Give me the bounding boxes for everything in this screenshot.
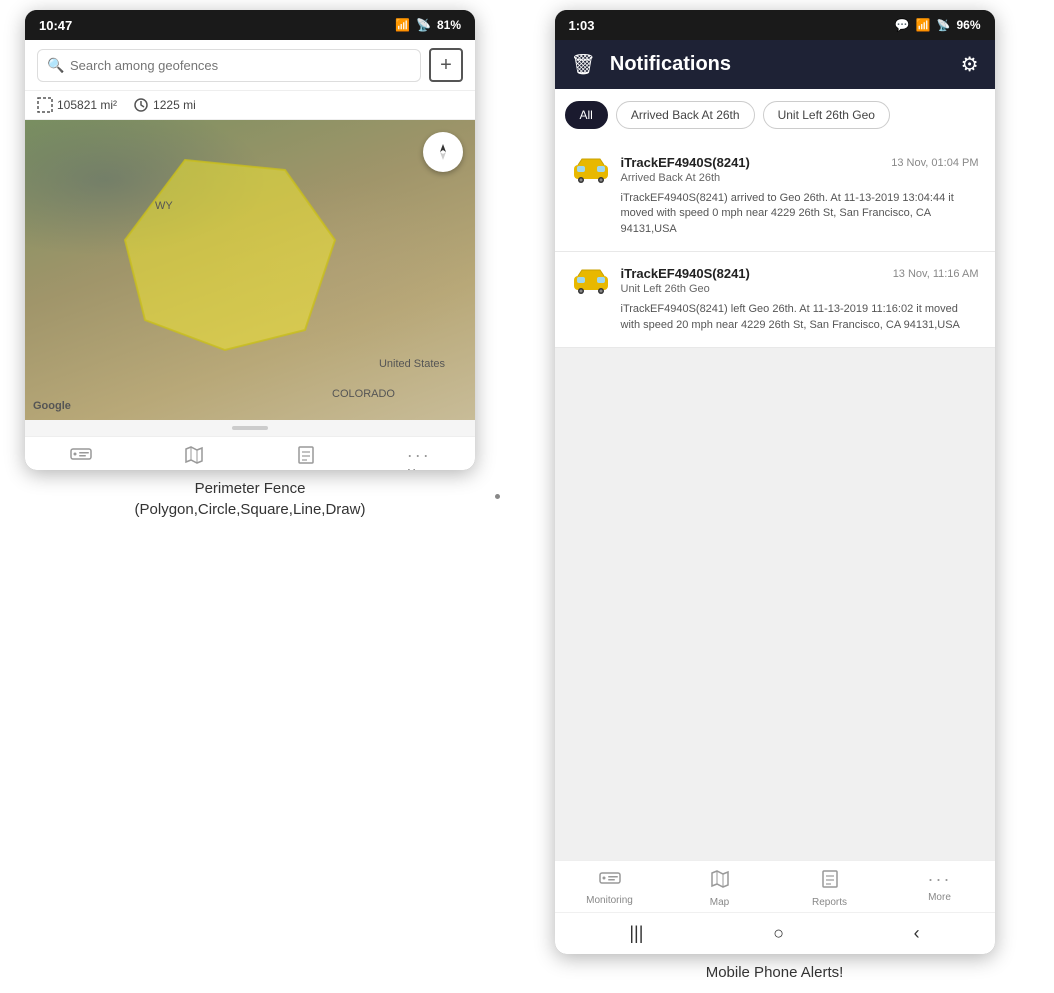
separator-dot [495,494,500,499]
right-caption-text: Mobile Phone Alerts! [706,962,844,983]
stats-bar: 105821 mi² 1225 mi [25,91,475,120]
chat-icon: 💬 [895,18,910,32]
geofence-polygon [105,150,345,370]
notif-time-1: 13 Nov, 01:04 PM [891,157,978,169]
map-container[interactable]: WY United States COLORADO [25,120,475,420]
monitoring-label-right: Monitoring [586,895,633,906]
nav-reports-right[interactable]: Reports [800,869,860,908]
right-battery: 96% [956,18,980,32]
notifications-header: 🗑 Notifications ⚙ [555,40,995,89]
right-status-bar: 1:03 💬 📶 📡 96% [555,10,995,40]
filter-tab-arrived[interactable]: Arrived Back At 26th [616,101,755,129]
filter-tab-all[interactable]: All [565,101,608,129]
left-caption: Perimeter Fence (Polygon,Circle,Square,L… [125,470,376,520]
area-stat: 105821 mi² [37,97,117,113]
notification-card-1[interactable]: iTrackEF4940S(8241) 13 Nov, 01:04 PM Arr… [555,141,995,252]
notif-card-1-header: iTrackEF4940S(8241) 13 Nov, 01:04 PM Arr… [571,155,979,185]
more-label-left: More [407,468,430,470]
more-icon-left: ··· [407,445,431,466]
left-time: 10:47 [39,18,72,33]
bottom-nav-left: Monitoring Map Reports [25,436,475,470]
right-phone-content: 🗑 Notifications ⚙ All Arrived Back At 26… [555,40,995,954]
notification-card-2[interactable]: iTrackEF4940S(8241) 13 Nov, 11:16 AM Uni… [555,252,995,348]
notif-time-2: 13 Nov, 11:16 AM [893,268,979,280]
caption-line2: (Polygon,Circle,Square,Line,Draw) [135,499,366,520]
notif-device-1: iTrackEF4940S(8241) [621,155,750,170]
more-icon-right: ··· [928,869,952,890]
filter-tabs: All Arrived Back At 26th Unit Left 26th … [555,89,995,141]
nav-monitoring-right[interactable]: Monitoring [580,869,640,908]
right-phone: 1:03 💬 📶 📡 96% 🗑 Notifications ⚙ [555,10,995,954]
right-time: 1:03 [569,18,595,33]
monitoring-icon-right [599,869,621,893]
nav-map-right[interactable]: Map [690,869,750,908]
notif-body-2: iTrackEF4940S(8241) left Geo 26th. At 11… [621,302,979,333]
car-avatar-1 [571,155,611,185]
add-geofence-button[interactable]: + [429,48,463,82]
map-label-wy: WY [155,200,173,212]
search-wrapper: 🔍 [37,49,421,82]
notif-body-1: iTrackEF4940S(8241) arrived to Geo 26th.… [621,191,979,237]
notification-list: iTrackEF4940S(8241) 13 Nov, 01:04 PM Arr… [555,141,995,860]
drag-handle[interactable] [25,420,475,436]
notif-title-row-2: iTrackEF4940S(8241) 13 Nov, 11:16 AM [621,266,979,281]
system-nav-right: ||| ○ ‹ [555,912,995,954]
car-avatar-2 [571,266,611,296]
notif-card-2-header: iTrackEF4940S(8241) 13 Nov, 11:16 AM Uni… [571,266,979,296]
left-phone: 10:47 📶 📡 81% 🔍 + [25,10,475,470]
map-background: WY United States COLORADO [25,120,475,420]
bottom-nav-right: Monitoring Map Reports [555,860,995,912]
map-icon-right [711,869,729,895]
settings-icon[interactable]: ⚙ [961,52,979,77]
notif-title-row-1: iTrackEF4940S(8241) 13 Nov, 01:04 PM [621,155,979,170]
reports-icon-right [821,869,839,895]
notif-card-2-info: iTrackEF4940S(8241) 13 Nov, 11:16 AM Uni… [621,266,979,295]
map-label-us: United States [379,358,445,370]
empty-area [555,348,995,548]
map-label-nav-right: Map [710,897,729,908]
notif-event-2: Unit Left 26th Geo [621,283,979,295]
delete-icon[interactable]: 🗑 [571,52,596,77]
filter-tab-left[interactable]: Unit Left 26th Geo [763,101,890,129]
area-icon [37,97,53,113]
right-home-button[interactable]: ○ [773,923,784,944]
right-signal-icon: 📡 [937,19,951,32]
nav-more-left[interactable]: ··· More [389,445,449,470]
search-bar: 🔍 + [25,40,475,91]
battery-left: 81% [437,18,461,32]
search-icon: 🔍 [47,57,64,74]
search-input[interactable] [37,49,421,82]
right-wifi-icon: 📶 [916,18,931,32]
left-phone-content: 🔍 + 105821 mi² 1225 mi [25,40,475,470]
google-watermark: Google [33,400,71,412]
reports-label-right: Reports [812,897,847,908]
nav-more-right[interactable]: ··· More [910,869,970,908]
compass-icon [433,142,453,162]
map-icon-left [185,445,203,470]
caption-line1: Perimeter Fence [135,478,366,499]
nav-map-left[interactable]: Map [164,445,224,470]
right-caption: Mobile Phone Alerts! [696,954,854,983]
nav-reports-left[interactable]: Reports [276,445,336,470]
signal-icon: 📡 [416,18,431,32]
distance-stat: 1225 mi [133,97,196,113]
navigation-button[interactable] [423,132,463,172]
wifi-icon: 📶 [395,18,410,32]
notif-event-1: Arrived Back At 26th [621,172,979,184]
more-label-right: More [928,892,951,903]
nav-monitoring-left[interactable]: Monitoring [51,445,111,470]
notif-device-2: iTrackEF4940S(8241) [621,266,750,281]
distance-icon [133,97,149,113]
reports-icon-left [297,445,315,470]
map-label-co: COLORADO [332,388,395,400]
notifications-title: Notifications [610,53,947,76]
notif-card-1-info: iTrackEF4940S(8241) 13 Nov, 01:04 PM Arr… [621,155,979,184]
right-recent-apps-button[interactable]: ||| [629,923,643,944]
left-status-bar: 10:47 📶 📡 81% [25,10,475,40]
right-back-button[interactable]: ‹ [914,923,920,944]
drag-handle-bar [232,426,268,430]
monitoring-icon-left [70,445,92,469]
